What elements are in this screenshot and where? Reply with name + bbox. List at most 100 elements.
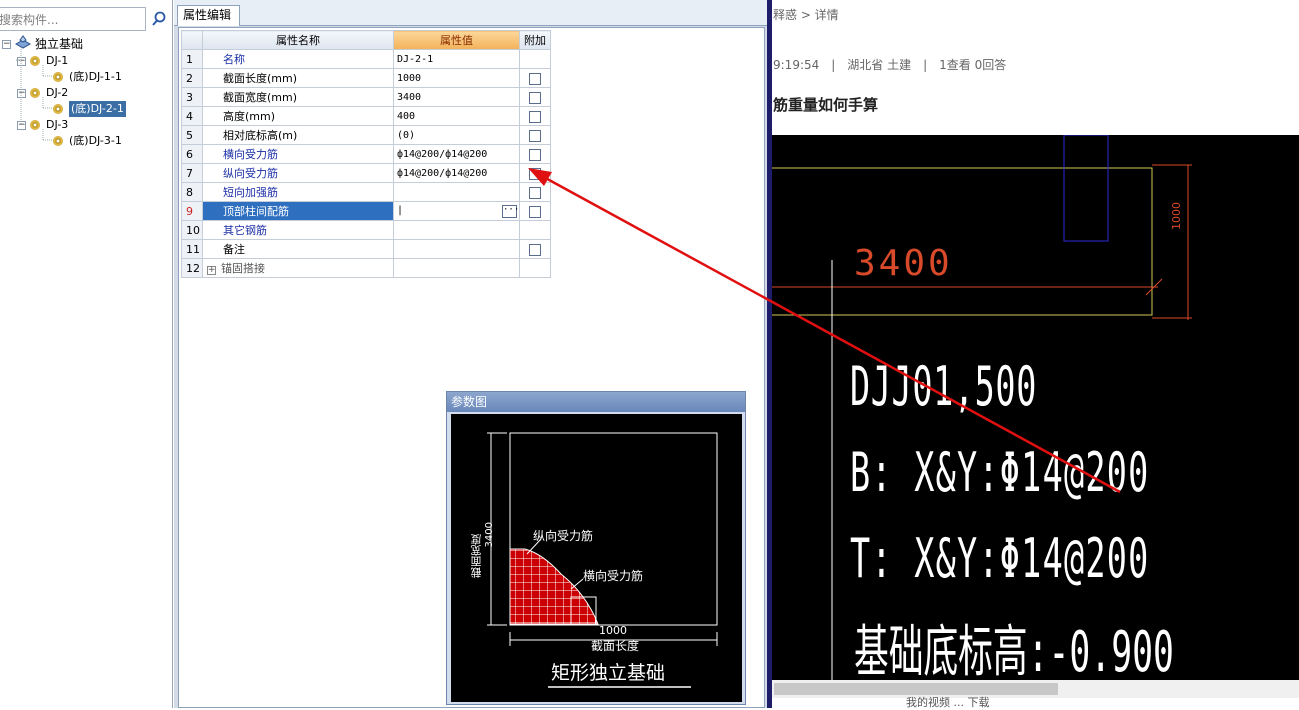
- table-row[interactable]: 6 横向受力筋 ф14@200/ф14@200: [181, 144, 551, 164]
- table-row[interactable]: 4 高度(mm) 400: [181, 106, 551, 126]
- extra-cell: [519, 125, 551, 145]
- extra-checkbox[interactable]: [529, 72, 541, 85]
- component-tree-panel: 搜索构件... − 独立基础 − DJ-1 (底)DJ-1-1 − DJ-2 (…: [0, 0, 173, 708]
- property-value-cell[interactable]: | ···: [393, 201, 520, 221]
- question-title: 筋重量如何手算: [773, 96, 879, 114]
- extra-cell: [519, 239, 551, 259]
- label-long-bar: 纵向受力筋: [533, 529, 594, 543]
- table-row[interactable]: 3 截面宽度(mm) 3400: [181, 87, 551, 107]
- property-name-cell[interactable]: 备注: [202, 239, 394, 259]
- tab-strip: 属性编辑: [174, 0, 767, 26]
- property-name-label: 截面长度(mm): [223, 72, 298, 85]
- post-meta: 9:19:54 | 湖北省 土建 | 1查看 0回答: [773, 58, 1007, 72]
- table-header-row: 属性名称 属性值 附加: [181, 30, 551, 50]
- property-name-label: 其它钢筋: [223, 224, 267, 237]
- cad-dim-width: 3400: [854, 243, 953, 284]
- row-number: 8: [181, 182, 203, 202]
- cad-text-foundation-id: DJJ01,500: [850, 355, 1037, 418]
- label-section-length: 截面长度: [591, 639, 640, 653]
- row-number: 2: [181, 68, 203, 88]
- property-name-cell[interactable]: 名称: [202, 49, 394, 69]
- extra-cell: [519, 258, 551, 278]
- row-number: 4: [181, 106, 203, 126]
- table-row[interactable]: 9 顶部柱间配筋 | ···: [181, 201, 551, 221]
- row-number: 6: [181, 144, 203, 164]
- tab-property-edit[interactable]: 属性编辑: [177, 5, 240, 26]
- label-section-width: 截面宽度: [470, 534, 483, 578]
- property-name-cell[interactable]: + 锚固搭接: [202, 258, 394, 278]
- extra-checkbox[interactable]: [529, 148, 541, 161]
- property-value-cell[interactable]: 1000: [393, 68, 520, 88]
- extra-checkbox[interactable]: [529, 243, 541, 256]
- property-name-cell[interactable]: 其它钢筋: [202, 220, 394, 240]
- property-value-text: (0): [397, 129, 416, 141]
- table-row[interactable]: 5 相对底标高(m) (0): [181, 125, 551, 145]
- extra-checkbox[interactable]: [529, 167, 541, 180]
- extra-checkbox[interactable]: [529, 110, 541, 123]
- text-cursor: |: [397, 204, 404, 216]
- property-name-label: 相对底标高(m): [223, 129, 298, 142]
- table-row[interactable]: 8 短向加强筋: [181, 182, 551, 202]
- property-name-cell[interactable]: 高度(mm): [202, 106, 394, 126]
- property-value-cell[interactable]: ф14@200/ф14@200: [393, 163, 520, 183]
- col-header-extra[interactable]: 附加: [519, 30, 551, 50]
- property-name-cell[interactable]: 相对底标高(m): [202, 125, 394, 145]
- property-name-cell[interactable]: 横向受力筋: [202, 144, 394, 164]
- property-value-cell[interactable]: ф14@200/ф14@200: [393, 144, 520, 164]
- expand-icon[interactable]: +: [207, 266, 216, 275]
- row-number: 10: [181, 220, 203, 240]
- bottom-toolbar: 我的视频 ... 下载: [772, 696, 1299, 709]
- property-name-cell[interactable]: 顶部柱间配筋: [202, 201, 394, 221]
- row-num-header: [181, 30, 203, 50]
- col-header-name[interactable]: 属性名称: [202, 30, 394, 50]
- extra-checkbox[interactable]: [529, 129, 541, 142]
- property-name-cell[interactable]: 截面宽度(mm): [202, 87, 394, 107]
- property-value-cell[interactable]: 400: [393, 106, 520, 126]
- ellipsis-button[interactable]: ···: [502, 204, 519, 218]
- horizontal-scrollbar[interactable]: [772, 680, 1299, 698]
- extra-cell: [519, 182, 551, 202]
- diagram-caption: 矩形独立基础: [551, 662, 666, 684]
- row-number: 5: [181, 125, 203, 145]
- row-number: 3: [181, 87, 203, 107]
- table-row[interactable]: 12 + 锚固搭接: [181, 258, 551, 278]
- extra-cell: [519, 144, 551, 164]
- property-name-cell[interactable]: 短向加强筋: [202, 182, 394, 202]
- property-name-cell[interactable]: 截面长度(mm): [202, 68, 394, 88]
- param-diagram-window[interactable]: 参数图 截面宽度 3400 纵向受力筋 横向受力筋 1000 截面长度 矩形独立…: [446, 391, 746, 705]
- row-number: 7: [181, 163, 203, 183]
- param-diagram-canvas: 截面宽度 3400 纵向受力筋 横向受力筋 1000 截面长度 矩形独立基础: [451, 414, 742, 702]
- table-row[interactable]: 11 备注: [181, 239, 551, 259]
- property-value-cell[interactable]: [393, 258, 520, 278]
- property-value-cell[interactable]: [393, 220, 520, 240]
- extra-cell: [519, 163, 551, 183]
- table-row[interactable]: 10 其它钢筋: [181, 220, 551, 240]
- property-value-cell[interactable]: 3400: [393, 87, 520, 107]
- property-value-text: DJ-2-1: [397, 53, 434, 65]
- property-value-cell[interactable]: DJ-2-1: [393, 49, 520, 69]
- table-row[interactable]: 1 名称 DJ-2-1: [181, 49, 551, 69]
- property-value-cell[interactable]: [393, 182, 520, 202]
- property-value-cell[interactable]: (0): [393, 125, 520, 145]
- table-row[interactable]: 7 纵向受力筋 ф14@200/ф14@200: [181, 163, 551, 183]
- extra-checkbox[interactable]: [529, 91, 541, 104]
- cad-text-bottom-rebar: B: X&Y:Φ14@200: [850, 441, 1150, 504]
- property-name-label: 顶部柱间配筋: [223, 205, 289, 218]
- property-editor-panel: 属性编辑 属性名称 属性值 附加 1 名称 DJ-2-1 2 截面长度(mm) 1000 3…: [174, 0, 767, 708]
- property-name-label: 锚固搭接: [221, 262, 265, 275]
- row-number: 9: [181, 201, 203, 221]
- cad-dim-length: 1000: [1170, 202, 1183, 230]
- row-number: 11: [181, 239, 203, 259]
- extra-cell: [519, 220, 551, 240]
- col-header-value[interactable]: 属性值: [393, 30, 520, 50]
- param-diagram-title[interactable]: 参数图: [447, 392, 745, 412]
- property-value-text: 3400: [397, 91, 422, 103]
- extra-checkbox[interactable]: [529, 205, 541, 218]
- property-value-cell[interactable]: [393, 239, 520, 259]
- label-trans-bar: 横向受力筋: [583, 569, 644, 583]
- extra-checkbox[interactable]: [529, 186, 541, 199]
- table-row[interactable]: 2 截面长度(mm) 1000: [181, 68, 551, 88]
- breadcrumb[interactable]: 释惑 > 详情: [773, 6, 839, 23]
- property-name-cell[interactable]: 纵向受力筋: [202, 163, 394, 183]
- label-section-length-value: 1000: [599, 624, 627, 637]
